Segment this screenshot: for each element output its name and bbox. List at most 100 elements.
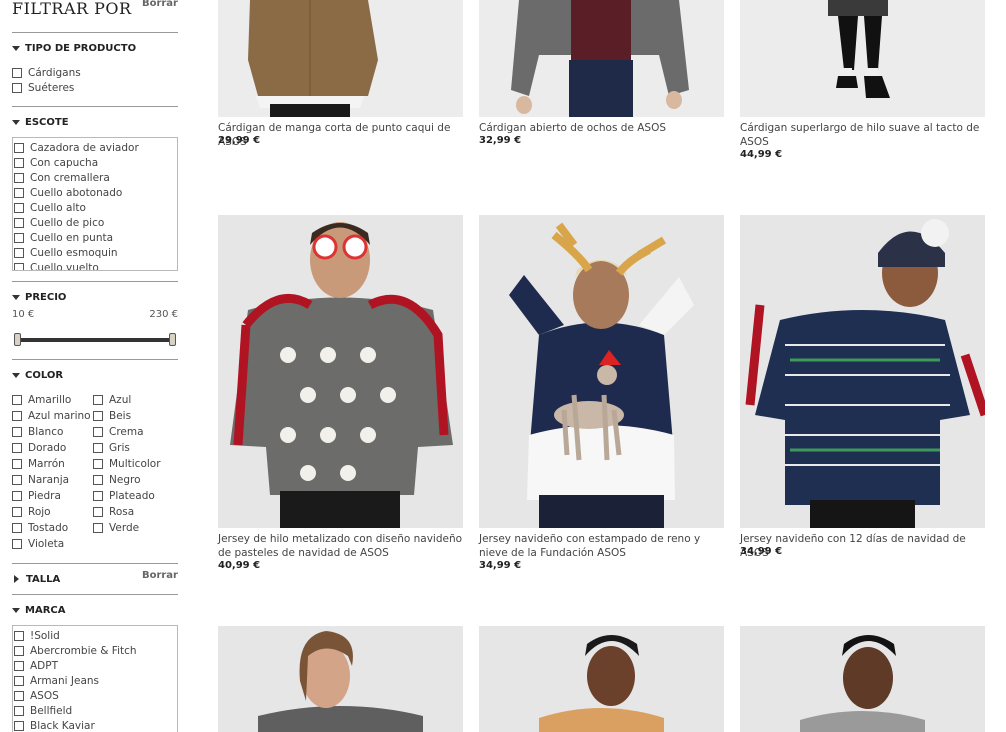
filter-option-color[interactable]: Azul bbox=[93, 392, 178, 408]
filter-option-color[interactable]: Piedra bbox=[12, 488, 92, 504]
checkbox[interactable] bbox=[93, 491, 103, 501]
product-image[interactable] bbox=[740, 0, 985, 117]
filter-option-color[interactable]: Blanco bbox=[12, 424, 92, 440]
checkbox[interactable] bbox=[12, 459, 22, 469]
filter-option-color[interactable]: Violeta bbox=[12, 536, 92, 552]
checkbox[interactable] bbox=[14, 630, 24, 641]
filter-option-cardigans[interactable]: Cárdigans bbox=[12, 65, 178, 80]
filter-option-color[interactable]: Multicolor bbox=[93, 456, 178, 472]
filter-option-neckline[interactable]: Con cremallera bbox=[13, 170, 177, 185]
product-price: 44,99 € bbox=[740, 149, 783, 160]
filter-option-sueteres[interactable]: Suéteres bbox=[12, 80, 178, 95]
filter-option-color[interactable]: Dorado bbox=[12, 440, 92, 456]
checkbox[interactable] bbox=[12, 411, 22, 421]
product-name[interactable]: Cárdigan superlargo de hilo suave al tac… bbox=[740, 121, 985, 149]
filter-option-neckline[interactable]: Cuello vuelto bbox=[13, 260, 177, 270]
neckline-options-list[interactable]: Cazadora de aviador Con capucha Con crem… bbox=[12, 137, 178, 271]
product-image[interactable] bbox=[218, 215, 463, 528]
product-name[interactable]: Jersey navideño con estampado de reno y … bbox=[479, 532, 724, 560]
filter-option-brand[interactable]: !Solid bbox=[13, 628, 177, 643]
checkbox[interactable] bbox=[12, 67, 22, 78]
clear-all-button[interactable]: Borrar bbox=[142, 0, 178, 9]
product-name[interactable]: Jersey de hilo metalizado con diseño nav… bbox=[218, 532, 463, 560]
filter-option-brand[interactable]: ADPT bbox=[13, 658, 177, 673]
filter-option-color[interactable]: Tostado bbox=[12, 520, 92, 536]
checkbox[interactable] bbox=[12, 427, 22, 437]
checkbox[interactable] bbox=[12, 395, 22, 405]
checkbox[interactable] bbox=[14, 675, 24, 686]
brand-options-list[interactable]: !Solid Abercrombie & Fitch ADPT Armani J… bbox=[12, 625, 178, 732]
checkbox[interactable] bbox=[14, 142, 24, 153]
brand-toggle[interactable]: MARCA bbox=[12, 603, 178, 617]
filter-option-color[interactable]: Beis bbox=[93, 408, 178, 424]
filter-option-color[interactable]: Crema bbox=[93, 424, 178, 440]
checkbox[interactable] bbox=[93, 523, 103, 533]
price-toggle[interactable]: PRECIO bbox=[12, 290, 178, 304]
filter-option-neckline[interactable]: Cuello esmoquin bbox=[13, 245, 177, 260]
checkbox[interactable] bbox=[93, 443, 103, 453]
checkbox[interactable] bbox=[12, 507, 22, 517]
product-type-toggle[interactable]: TIPO DE PRODUCTO bbox=[12, 41, 178, 55]
checkbox[interactable] bbox=[12, 475, 22, 485]
product-image[interactable] bbox=[479, 0, 724, 117]
filter-option-color[interactable]: Plateado bbox=[93, 488, 178, 504]
filter-option-brand[interactable]: ASOS bbox=[13, 688, 177, 703]
filter-option-neckline[interactable]: Cuello en punta bbox=[13, 230, 177, 245]
checkbox[interactable] bbox=[14, 232, 24, 243]
product-name[interactable]: Cárdigan abierto de ochos de ASOS bbox=[479, 121, 724, 135]
filter-option-color[interactable]: Amarillo bbox=[12, 392, 92, 408]
product-image[interactable] bbox=[740, 626, 985, 732]
filter-option-neckline[interactable]: Cuello alto bbox=[13, 200, 177, 215]
checkbox[interactable] bbox=[12, 82, 22, 93]
checkbox[interactable] bbox=[93, 411, 103, 421]
filter-option-color[interactable]: Rosa bbox=[93, 504, 178, 520]
filter-option-color[interactable]: Verde bbox=[93, 520, 178, 536]
checkbox[interactable] bbox=[93, 395, 103, 405]
checkbox[interactable] bbox=[93, 507, 103, 517]
filter-option-color[interactable]: Gris bbox=[93, 440, 178, 456]
filter-option-brand[interactable]: Bellfield bbox=[13, 703, 177, 718]
product-image[interactable] bbox=[218, 626, 463, 732]
filter-option-color[interactable]: Azul marino bbox=[12, 408, 92, 424]
size-clear-button[interactable]: Borrar bbox=[142, 570, 178, 581]
checkbox[interactable] bbox=[14, 262, 24, 270]
filter-option-neckline[interactable]: Con capucha bbox=[13, 155, 177, 170]
filter-option-color[interactable]: Rojo bbox=[12, 504, 92, 520]
checkbox[interactable] bbox=[14, 217, 24, 228]
checkbox[interactable] bbox=[14, 705, 24, 716]
checkbox[interactable] bbox=[93, 475, 103, 485]
product-image[interactable] bbox=[479, 626, 724, 732]
product-image[interactable] bbox=[740, 215, 985, 528]
checkbox[interactable] bbox=[14, 660, 24, 671]
filter-option-color[interactable]: Naranja bbox=[12, 472, 92, 488]
color-toggle[interactable]: COLOR bbox=[12, 368, 178, 382]
checkbox[interactable] bbox=[14, 645, 24, 656]
price-slider-track[interactable] bbox=[14, 338, 176, 342]
filter-option-neckline[interactable]: Cuello abotonado bbox=[13, 185, 177, 200]
filter-option-color[interactable]: Negro bbox=[93, 472, 178, 488]
checkbox[interactable] bbox=[14, 172, 24, 183]
filter-option-neckline[interactable]: Cazadora de aviador bbox=[13, 140, 177, 155]
filter-option-brand[interactable]: Abercrombie & Fitch bbox=[13, 643, 177, 658]
filter-option-neckline[interactable]: Cuello de pico bbox=[13, 215, 177, 230]
checkbox[interactable] bbox=[14, 202, 24, 213]
price-slider-min-handle[interactable] bbox=[14, 333, 21, 346]
checkbox[interactable] bbox=[12, 523, 22, 533]
checkbox[interactable] bbox=[14, 720, 24, 731]
checkbox[interactable] bbox=[12, 443, 22, 453]
filter-option-brand[interactable]: Black Kaviar bbox=[13, 718, 177, 732]
neckline-toggle[interactable]: ESCOTE bbox=[12, 115, 178, 129]
checkbox[interactable] bbox=[14, 157, 24, 168]
checkbox[interactable] bbox=[14, 690, 24, 701]
price-slider-max-handle[interactable] bbox=[169, 333, 176, 346]
product-image[interactable] bbox=[479, 215, 724, 528]
checkbox[interactable] bbox=[14, 187, 24, 198]
filter-option-color[interactable]: Marrón bbox=[12, 456, 92, 472]
checkbox[interactable] bbox=[93, 427, 103, 437]
checkbox[interactable] bbox=[93, 459, 103, 469]
checkbox[interactable] bbox=[14, 247, 24, 258]
filter-option-brand[interactable]: Armani Jeans bbox=[13, 673, 177, 688]
checkbox[interactable] bbox=[12, 491, 22, 501]
product-image[interactable] bbox=[218, 0, 463, 117]
checkbox[interactable] bbox=[12, 539, 22, 549]
